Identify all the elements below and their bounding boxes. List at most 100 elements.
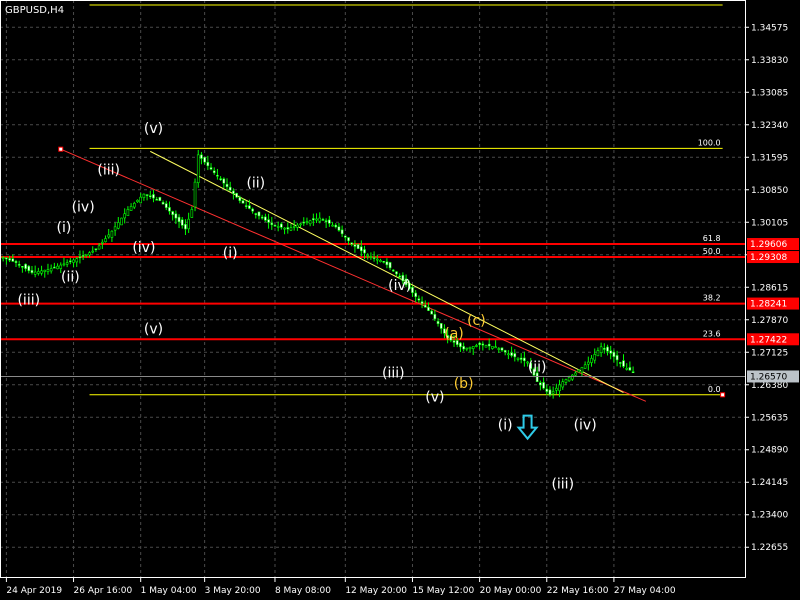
candle-body [587,361,590,365]
time-tick-label: 1 May 04:00 [141,586,197,596]
wave-label: (i) [57,220,72,236]
candle-body [615,355,619,361]
candle-body [606,346,609,352]
candle-body [88,252,91,256]
fib-level-label: 38.2 [703,294,721,303]
candle-body [423,304,427,308]
candle-body [308,220,312,225]
wave-label: (ii) [528,360,547,376]
trendline-anchor[interactable] [58,146,64,152]
candle-body [46,269,50,272]
wave-label: (iv) [388,278,411,294]
candle-body [382,261,385,263]
candle-body [612,351,616,357]
candle-body [571,374,574,380]
candle-body [430,310,433,315]
price-chart[interactable]: 100.061.850.038.223.60.0 (iii)(ii)(i)(iv… [0,0,800,600]
time-tick-label: 15 May 12:00 [412,586,474,596]
wave-label: (b) [454,376,474,392]
candle-body [324,220,328,222]
candle-body [491,346,494,349]
candle-body [216,174,219,177]
candle-body [315,218,318,221]
wave-label: (ii) [61,269,80,285]
candle-body [334,224,338,228]
candle-body [238,196,242,201]
candle-body [497,348,501,350]
wave-label: (v) [144,322,163,338]
candle-body [11,258,15,262]
price-tick-label: 1.31595 [751,153,788,163]
candle-body [235,193,238,198]
level-price-label: 1.29308 [750,253,787,263]
candle-body [123,213,126,219]
candle-body [465,347,469,350]
candle-body [244,205,248,207]
candle-body [299,223,302,226]
candle-body [574,372,577,376]
candle-body [500,347,504,351]
candle-body [14,261,18,263]
candle-body [580,367,584,373]
candle-body [427,307,430,311]
candle-body [340,229,344,235]
candle-body [59,264,63,269]
candle-body [318,217,322,222]
candle-body [91,250,95,253]
wave-label: (iv) [132,240,155,256]
candle-body [609,350,613,354]
candle-body [101,241,104,244]
price-tick-label: 1.33085 [751,88,788,98]
wave-label: (ii) [246,176,265,192]
candle-body [312,218,315,221]
candle-body [321,219,325,221]
candle-body [523,357,526,362]
candle-body [171,211,174,215]
candle-body [337,226,341,231]
candle-body [567,377,571,382]
candle-body [372,257,376,259]
candle-body [590,357,593,363]
candle-body [56,265,59,270]
time-tick-label: 22 May 16:00 [547,586,609,596]
candle-body [241,200,245,204]
symbol-label: GBPUSD,H4 [5,5,64,16]
trendline-anchor[interactable] [720,392,726,398]
candle-body [379,260,382,262]
candle-body [203,157,206,163]
candle-body [619,362,622,364]
candle-body [420,301,424,304]
candle-body [366,254,370,257]
candle-body [289,227,293,231]
candle-body [577,369,581,373]
candle-body [628,367,632,371]
candle-body [148,195,152,198]
candle-body [363,249,366,254]
candle-body [388,262,392,269]
candle-body [97,245,101,250]
candle-body [475,345,478,347]
candle-body [417,298,421,301]
candle-body [292,226,296,228]
time-tick-label: 27 May 04:00 [614,586,676,596]
candle-body [164,203,168,208]
wave-label: (iii) [97,162,120,178]
candle-body [510,352,513,356]
candle-body [232,190,235,194]
candle-body [558,384,561,391]
candle-body [117,222,120,229]
time-tick-label: 24 Apr 2019 [6,586,62,596]
fib-level-label: 0.0 [708,385,721,394]
candle-body [267,219,270,223]
candle-body [459,342,462,348]
candle-body [548,389,552,396]
candle-body [631,371,635,374]
candle-body [622,360,625,367]
candle-body [280,223,283,228]
wave-label: (i) [223,245,238,261]
time-tick-label: 20 May 00:00 [480,586,542,596]
price-tick-label: 1.25635 [751,413,788,423]
candle-body [5,257,8,260]
price-tick-label: 1.24890 [751,446,788,456]
wave-label: (a) [444,326,464,342]
